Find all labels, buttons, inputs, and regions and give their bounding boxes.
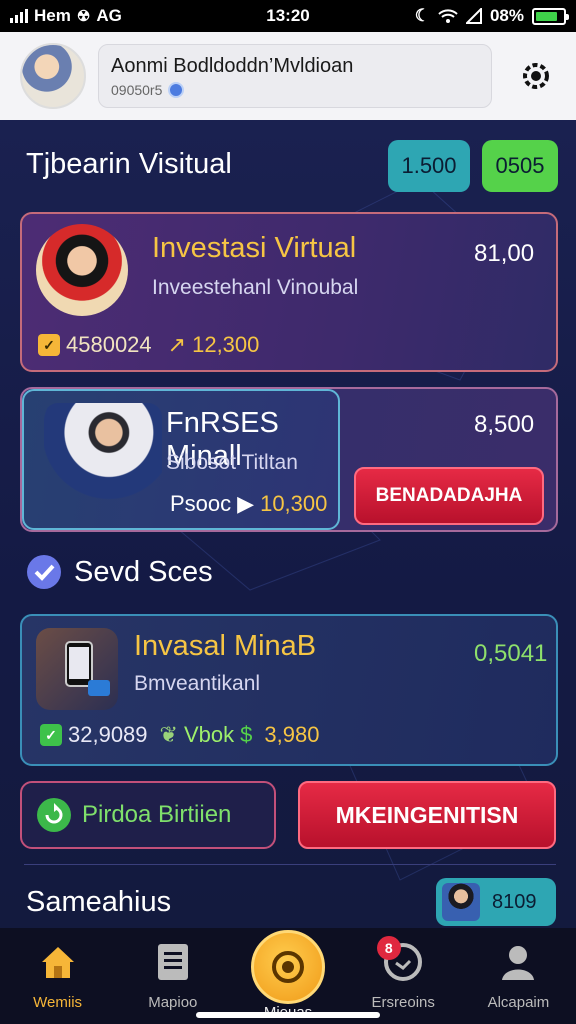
leaf-icon: ❦: [159, 722, 178, 747]
bottom-navigation: Wemiis Mapioo Mieuas 8 Ersreoins Alcapai…: [0, 928, 576, 1024]
phone-icon: [65, 641, 110, 696]
card1-title: Investasi Virtual: [152, 232, 357, 264]
section-title-text: Tjbearin Visitual: [26, 148, 232, 180]
main-content: Tjbearin Visitual 1.500 0505 Investasi V…: [0, 120, 576, 928]
card3-title: Invasal MinaB: [134, 630, 317, 662]
section-bottom: Sameahius: [26, 886, 171, 919]
status-time: 13:20: [266, 6, 310, 25]
network-label: AG: [96, 6, 122, 25]
pill-green-text: 0505: [495, 153, 545, 178]
nav-label-documents: Mapioo: [148, 994, 198, 1011]
nav-item-camera[interactable]: Mieuas: [230, 928, 345, 1024]
card2-meta-right: 10,300: [260, 491, 328, 516]
nav-label-home: Wemiis: [33, 994, 83, 1011]
arrow-up-icon: ↗: [167, 332, 187, 357]
card2-meta-left: Psooc: [170, 491, 232, 516]
section-bottom-title: Sameahius: [26, 886, 172, 918]
investment-card-2[interactable]: FnRSES Minall Sibosot Titltan Psooc ▶ 10…: [20, 387, 558, 532]
card3-meta-left: 32,9089: [68, 722, 148, 747]
pill-teal-text: 1.500: [401, 153, 457, 178]
section-title-main: Tjbearin Visitual: [26, 148, 232, 181]
secondary-action-button[interactable]: Pirdoa Birtiien: [20, 781, 276, 849]
globe-icon: [168, 82, 185, 98]
camera-icon: [272, 951, 304, 983]
home-icon: [36, 940, 80, 984]
investment-card-3[interactable]: Invasal MinaB Bmveantikanl 0,5041 ✓ 32,9…: [20, 614, 558, 766]
app-header: Aonmi Bodldoddn’Mvldioan 09050r5: [0, 32, 576, 120]
dollar-icon: $: [240, 722, 253, 747]
section-saved-title: Sevd Sces: [74, 555, 213, 588]
home-indicator[interactable]: [196, 1012, 380, 1018]
checkbox-icon: ✓: [40, 724, 62, 746]
primary-action-button[interactable]: MKEINGENITISN: [298, 781, 556, 849]
nav-item-history[interactable]: 8 Ersreoins: [346, 928, 461, 1024]
nav-item-home[interactable]: Wemiis: [0, 928, 115, 1024]
battery-icon: [532, 7, 569, 25]
card2-value: 8,500: [474, 411, 535, 438]
card2-subtitle: Sibosot Titltan: [166, 451, 298, 474]
card2-inner: FnRSES Minall Sibosot Titltan Psooc ▶ 10…: [22, 389, 340, 530]
investment-card-1[interactable]: Investasi Virtual Inveestehanl Vinoubal …: [20, 212, 558, 372]
nav-item-profile[interactable]: Alcapaim: [461, 928, 576, 1024]
card1-subtitle: Inveestehanl Vinoubal: [152, 276, 359, 299]
check-circle-icon: [27, 555, 61, 589]
section-saved: Sevd Sces: [26, 554, 213, 590]
bottom-chip[interactable]: 8109: [436, 878, 556, 926]
card2-action-label: BENADADAJHA: [375, 485, 523, 506]
card3-image: [36, 628, 118, 710]
wifi-icon: [438, 9, 458, 23]
settings-button[interactable]: [516, 56, 556, 96]
card3-meta-mid: Vbok: [183, 722, 235, 747]
user-thumbnail: [442, 883, 480, 921]
moon-icon: ☾: [414, 6, 430, 25]
card2-image: [44, 403, 162, 521]
card2-action-button[interactable]: BENADADAJHA: [354, 467, 544, 525]
balance-pill-teal[interactable]: 1.500: [388, 140, 470, 192]
nav-label-profile: Alcapaim: [487, 994, 550, 1011]
card1-meta-left: 4580024: [66, 332, 152, 357]
header-subtitle: 09050r5: [111, 82, 163, 98]
card1-image: [36, 224, 128, 316]
gear-icon: [523, 63, 549, 89]
status-bar: Hem ☢ AG 13:20 ☾ 08%: [0, 0, 576, 32]
divider: [24, 864, 556, 865]
chevron-right-icon: ▶: [237, 491, 255, 516]
coin-icon: ✓: [38, 334, 60, 356]
notification-badge: 8: [376, 936, 401, 960]
nav-label-history: Ersreoins: [371, 994, 435, 1011]
card1-value: 81,00: [474, 240, 535, 267]
cell-signal-icon: [465, 8, 482, 24]
document-icon: [151, 940, 195, 984]
card3-meta-right: 3,980: [264, 722, 320, 747]
bottom-chip-value: 8109: [492, 890, 537, 913]
camera-button[interactable]: [251, 930, 325, 1004]
battery-percent: 08%: [489, 6, 524, 25]
primary-action-label: MKEINGENITISN: [335, 801, 519, 828]
refresh-icon: [37, 798, 71, 832]
profile-icon: [496, 940, 540, 984]
card1-meta-right: 12,300: [192, 332, 260, 357]
header-title: Aonmi Bodldoddn’Mvldioan: [111, 55, 354, 77]
card3-value: 0,5041: [474, 640, 548, 667]
balance-pill-green[interactable]: 0505: [482, 140, 558, 192]
signal-icon: [10, 9, 28, 23]
sync-icon: ☢: [76, 8, 91, 25]
profile-box[interactable]: Aonmi Bodldoddn’Mvldioan 09050r5: [98, 44, 492, 108]
secondary-action-label: Pirdoa Birtiien: [82, 801, 232, 828]
card3-subtitle: Bmveantikanl: [134, 672, 261, 695]
avatar[interactable]: [20, 43, 86, 109]
nav-item-documents[interactable]: Mapioo: [115, 928, 230, 1024]
carrier-label: Hem: [34, 6, 71, 25]
